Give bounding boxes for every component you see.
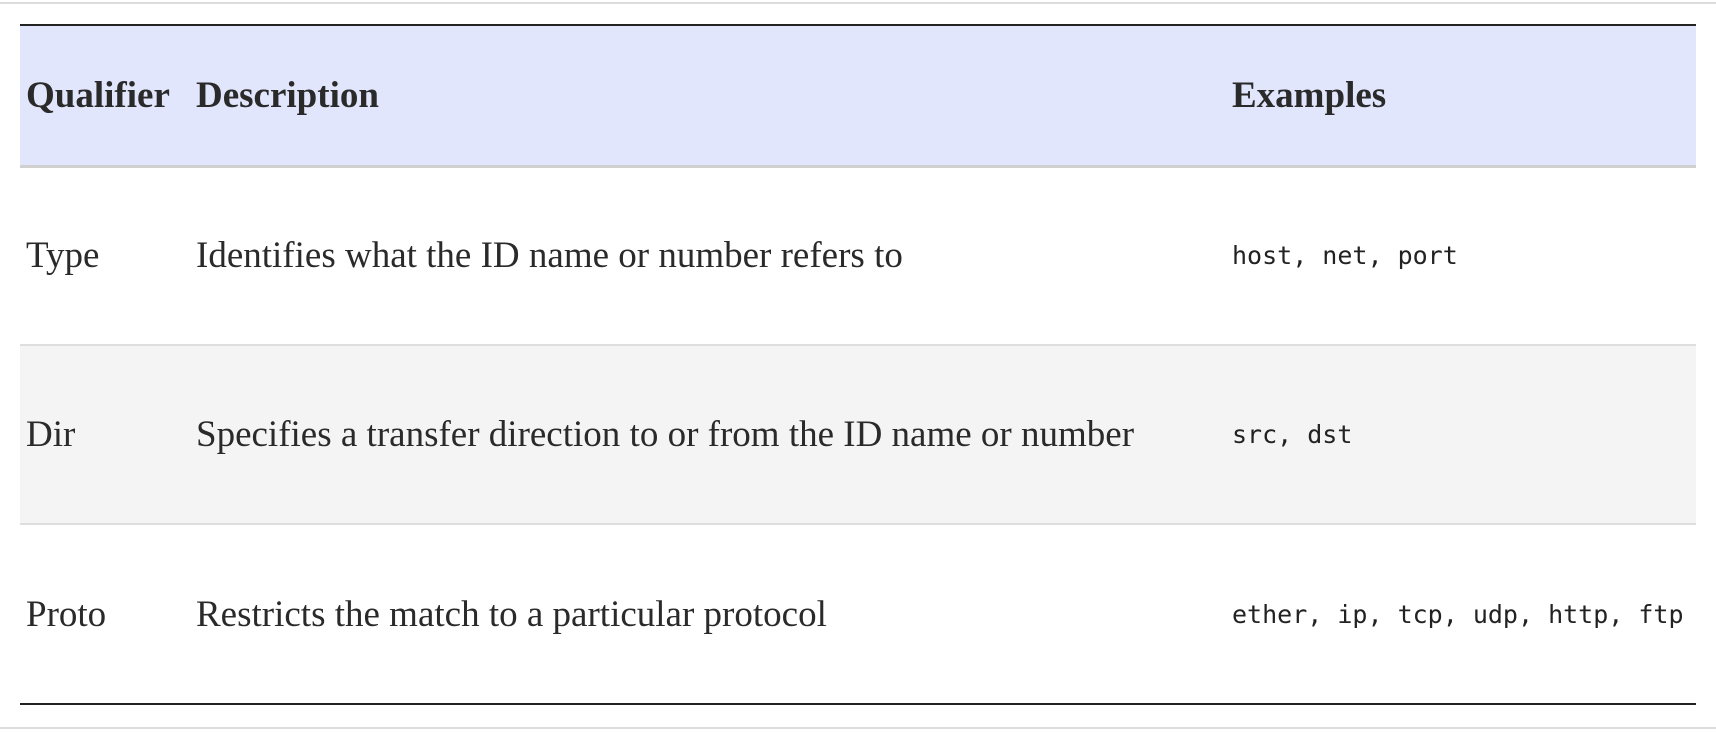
qualifier-table-container: Qualifier Description Examples Type Iden… — [20, 24, 1696, 705]
cell-examples: host, net, port — [1232, 241, 1458, 271]
bottom-divider — [0, 727, 1716, 729]
cell-description: Identifies what the ID name or number re… — [196, 235, 903, 277]
cell-qualifier: Type — [26, 235, 100, 277]
table-row: Proto Restricts the match to a particula… — [20, 524, 1696, 703]
qualifier-table: Qualifier Description Examples Type Iden… — [20, 26, 1696, 703]
cell-examples: src, dst — [1232, 420, 1353, 449]
cell-examples: ether, ip, tcp, udp, http, ftp — [1232, 599, 1684, 629]
header-row: Qualifier Description Examples — [20, 26, 1696, 168]
cell-qualifier: Proto — [26, 593, 107, 635]
header-examples: Examples — [1232, 26, 1696, 168]
header-description: Description — [190, 26, 1232, 168]
table-row: Type Identifies what the ID name or numb… — [20, 166, 1696, 345]
top-divider — [0, 2, 1716, 4]
cell-qualifier: Dir — [26, 414, 76, 455]
table-body: Type Identifies what the ID name or numb… — [20, 166, 1696, 703]
table-header: Qualifier Description Examples — [20, 26, 1696, 168]
cell-description: Restricts the match to a particular prot… — [196, 593, 827, 635]
header-qualifier: Qualifier — [20, 26, 190, 168]
cell-description: Specifies a transfer direction to or fro… — [196, 414, 1135, 455]
table-row: Dir Specifies a transfer direction to or… — [20, 345, 1696, 524]
page: Qualifier Description Examples Type Iden… — [0, 0, 1716, 732]
